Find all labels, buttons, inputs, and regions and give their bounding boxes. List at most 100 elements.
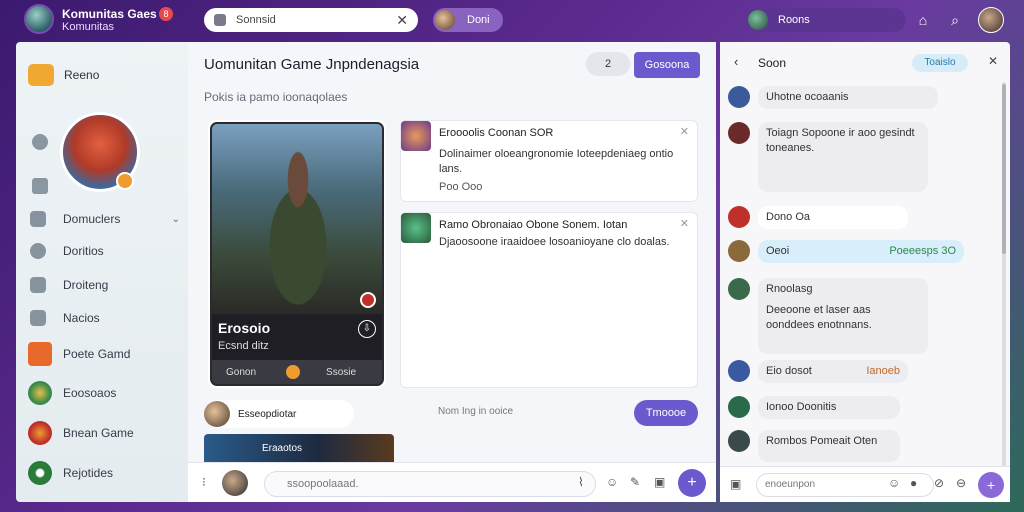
chevron-down-icon: ⌄ (171, 213, 180, 225)
post-card[interactable]: Ramo Obronaiao Obone Sonem. Iotan ✕ Djao… (400, 212, 698, 388)
hint-text: Nom Ing in ooice (438, 406, 514, 417)
back-arrow-icon[interactable]: ‹ (734, 54, 738, 69)
search-icon[interactable]: ⌕ (945, 10, 965, 30)
message-avatar[interactable] (728, 278, 750, 300)
notification-badge: 8 (159, 7, 173, 21)
profile-avatar (748, 10, 768, 30)
share-icon[interactable]: ⇩ (358, 320, 376, 338)
message-avatar[interactable] (728, 430, 750, 452)
more-icon[interactable]: ⁝ (202, 475, 206, 489)
game-icon (28, 461, 52, 485)
post-card[interactable]: Eroooolis Coonan SOR ✕ Dolinaimer oloean… (400, 120, 698, 202)
app-avatar[interactable] (24, 4, 54, 34)
hero-tag: Ecsnd ditz (218, 340, 269, 352)
sidebar-header-label: Reeno (64, 68, 100, 82)
more-icon[interactable]: ⊖ (956, 476, 966, 490)
emoji-icon[interactable]: ☺ (606, 475, 618, 489)
post-reactions[interactable]: Poo Ooo (439, 181, 482, 193)
grid-icon[interactable] (32, 178, 48, 194)
hero-artwork (212, 124, 382, 314)
profile-chip[interactable]: Roons (746, 8, 906, 32)
chat-panel: ‹ Soon Toaislo ✕ Uhotne ocoaanis Toiagn … (720, 42, 1010, 502)
game-banner[interactable]: Eraaotos (204, 434, 394, 464)
send-button[interactable]: + (678, 469, 706, 497)
gif-icon[interactable]: ⊘ (934, 476, 944, 490)
hero-footer: Gonon Ssosie (212, 360, 382, 384)
status-tag[interactable]: Toaislo (912, 54, 968, 72)
mic-icon[interactable]: ● (910, 476, 917, 490)
game-item[interactable]: Eoosoaos (28, 380, 178, 406)
count-pill[interactable]: 2 (586, 52, 630, 76)
compose-input[interactable]: ssoopoolaaad. (264, 471, 596, 497)
message-avatar[interactable] (728, 360, 750, 382)
coin-icon (286, 365, 301, 379)
message-bubble: Dono Oa (758, 206, 908, 229)
game-item[interactable]: Rejotides (28, 460, 178, 486)
hero-footer-left[interactable]: Gonon (226, 367, 256, 378)
person-icon[interactable]: ⌂ (913, 10, 933, 30)
home-icon[interactable] (32, 134, 48, 150)
edit-icon[interactable]: ✎ (630, 475, 640, 489)
chat-message: Rombos Pomeait Oten (728, 430, 998, 464)
chat-icon (30, 243, 46, 259)
app-subtitle: Komunitas (62, 21, 114, 33)
chat-title: Soon (758, 56, 787, 70)
emoji-icon[interactable]: ☺ (888, 476, 900, 490)
attach-icon[interactable]: ⌇ (578, 475, 584, 489)
game-item-label: Eoosoaos (63, 386, 117, 400)
primary-button[interactable]: Gosoona (634, 52, 700, 78)
scrollbar-thumb[interactable] (1002, 84, 1006, 254)
profile-chip-label: Roons (778, 14, 810, 26)
compose-bar: ⁝ ssoopoolaaad. ⌇ ☺ ✎ ▣ + (188, 462, 716, 502)
sidebar-item-domuclers[interactable]: Domuclers ⌄ (30, 208, 180, 230)
message-bubble: Ionoo Doonitis (758, 396, 900, 419)
sticker-icon[interactable]: ▣ (730, 477, 741, 491)
sidebar-item-label: Domuclers (63, 212, 121, 226)
message-avatar[interactable] (728, 396, 750, 418)
game-item[interactable]: Poete Gamd (28, 341, 178, 367)
message-avatar[interactable] (728, 122, 750, 144)
banner-label: Eraaotos (262, 443, 303, 454)
game-item[interactable]: Bnean Game (28, 420, 178, 446)
chat-input[interactable]: enoeunpon (756, 473, 934, 497)
post-avatar (401, 121, 431, 151)
sidebar-item-doritios[interactable]: Doritios (30, 240, 180, 262)
message-bubble: Eio dosot Ianoeb (758, 360, 908, 383)
clear-icon[interactable]: ✕ (396, 12, 408, 29)
sidebar-header[interactable]: Reeno (28, 64, 99, 86)
image-icon[interactable]: ▣ (654, 475, 665, 489)
mini-user-chip[interactable]: Esseopdiotar (204, 400, 354, 428)
page-title: Uomunitan Game Jnpndenagsia (204, 56, 420, 73)
sidebar-item-label: Droiteng (63, 278, 109, 292)
close-icon[interactable]: ✕ (680, 217, 689, 230)
lock-icon (214, 14, 226, 26)
sidebar-item-label: Nacios (63, 311, 100, 325)
hero-footer-right[interactable]: Ssosie (326, 367, 356, 378)
game-item-label: Poete Gamd (63, 347, 131, 361)
chat-message: Rnoolasg Deeoone et laser aas oonddees e… (728, 278, 998, 358)
sidebar-item-droiteng[interactable]: Droiteng (30, 274, 180, 296)
message-bubble: Toiagn Sopoone ir aoo gesindt toneanes. (758, 122, 928, 192)
close-icon[interactable]: ✕ (988, 54, 998, 68)
follow-button[interactable]: Tmoooe (634, 400, 698, 426)
main-panel: Uomunitan Game Jnpndenagsia 2 Gosoona Po… (188, 42, 716, 502)
message-avatar[interactable] (728, 240, 750, 262)
close-icon[interactable]: ✕ (680, 125, 689, 138)
account-avatar[interactable] (978, 7, 1004, 33)
chat-compose-bar: ▣ enoeunpon ☺ ● ⊘ ⊖ + (720, 466, 1010, 502)
message-bubble: Uhotne ocoaanis (758, 86, 938, 109)
game-icon (28, 421, 52, 445)
game-item-label: Bnean Game (63, 426, 134, 440)
message-text: Deeoone et laser aas oonddees enotnnans. (766, 304, 872, 331)
search-box[interactable]: ✕ (204, 8, 418, 32)
message-avatar[interactable] (728, 86, 750, 108)
user-chip[interactable]: Doni (433, 8, 503, 32)
chat-scrollbar[interactable] (1002, 82, 1006, 502)
message-bubble: Oeoi Poeeesps 3O (758, 240, 964, 263)
message-avatar[interactable] (728, 206, 750, 228)
search-input[interactable] (236, 14, 386, 26)
send-button[interactable]: + (978, 472, 1004, 498)
sidebar-item-nacios[interactable]: Nacios (30, 307, 180, 329)
hero-card[interactable]: Erosoio Ecsnd ditz ⇩ Gonon Ssosie (208, 120, 386, 388)
message-title: Rnoolasg (766, 283, 813, 295)
